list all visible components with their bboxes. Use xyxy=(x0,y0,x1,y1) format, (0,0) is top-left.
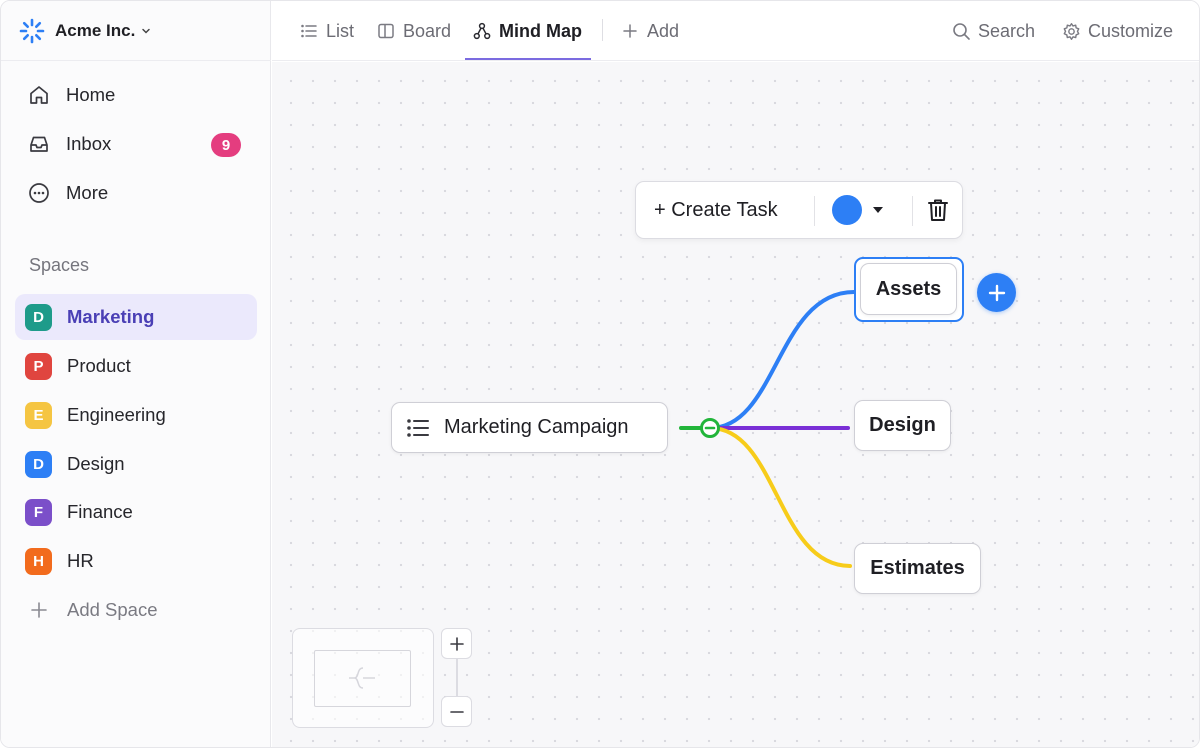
zoom-in-button[interactable] xyxy=(441,628,472,659)
sidebar: Acme Inc. Home Inbox 9 More Spaces D Mar… xyxy=(1,1,271,747)
selected-node-outline[interactable]: Assets xyxy=(854,257,964,322)
add-space-button[interactable]: Add Space xyxy=(15,587,257,633)
zoom-out-button[interactable] xyxy=(441,696,472,727)
view-tabs-bar: List Board Mind Map Add Search Customize xyxy=(272,1,1199,61)
tab-mind-map-label: Mind Map xyxy=(499,20,582,41)
nav-home[interactable]: Home xyxy=(15,73,257,117)
nav-inbox[interactable]: Inbox 9 xyxy=(15,122,257,166)
zoom-track xyxy=(456,659,458,696)
space-label: Product xyxy=(67,355,131,376)
tab-mind-map[interactable]: Mind Map xyxy=(473,1,582,61)
nav-more-label: More xyxy=(66,182,109,203)
list-icon xyxy=(300,21,320,41)
branch-line-assets xyxy=(708,290,856,430)
add-view-label: Add xyxy=(647,20,680,41)
workspace-name: Acme Inc. xyxy=(55,20,136,40)
tab-divider xyxy=(602,19,603,41)
search-label: Search xyxy=(978,20,1036,41)
mind-map-canvas[interactable]: + Create Task Marketing Campaign Assets xyxy=(272,62,1199,747)
caret-down-icon[interactable] xyxy=(872,206,884,214)
space-item-marketing[interactable]: D Marketing xyxy=(15,294,257,340)
search-icon xyxy=(952,21,972,41)
plus-icon xyxy=(449,636,464,651)
space-label: Engineering xyxy=(67,404,166,425)
space-label: Marketing xyxy=(67,306,155,327)
space-label: Finance xyxy=(67,501,133,522)
space-avatar: D xyxy=(25,303,52,331)
plus-icon xyxy=(25,597,52,624)
more-icon xyxy=(27,181,51,205)
minimap[interactable] xyxy=(292,628,434,728)
toolbar-divider xyxy=(814,196,815,226)
board-icon xyxy=(377,21,397,41)
add-view-button[interactable]: Add xyxy=(621,1,679,61)
space-avatar: D xyxy=(25,450,52,478)
space-avatar: H xyxy=(25,547,52,575)
workspace-logo-icon xyxy=(19,18,45,43)
branch-line-estimates xyxy=(708,426,852,568)
chevron-down-icon xyxy=(142,28,151,34)
nav-more[interactable]: More xyxy=(15,171,257,215)
spaces-section-title: Spaces xyxy=(29,255,90,275)
customize-label: Customize xyxy=(1088,20,1174,41)
root-node[interactable]: Marketing Campaign xyxy=(391,402,668,453)
list-icon xyxy=(407,418,429,437)
add-child-node-button[interactable] xyxy=(977,273,1016,312)
tab-board[interactable]: Board xyxy=(377,1,451,61)
space-item-design[interactable]: D Design xyxy=(15,441,257,487)
add-space-label: Add Space xyxy=(67,599,158,620)
toolbar-divider xyxy=(912,196,913,226)
trash-icon[interactable] xyxy=(927,198,949,222)
space-avatar: P xyxy=(25,352,52,380)
space-item-engineering[interactable]: E Engineering xyxy=(15,392,257,438)
inbox-count-badge: 9 xyxy=(211,133,241,157)
minimap-preview xyxy=(349,667,375,689)
nav-inbox-label: Inbox xyxy=(66,133,112,154)
minus-circle-icon xyxy=(700,418,720,438)
space-label: Design xyxy=(67,453,125,474)
space-avatar: E xyxy=(25,401,52,429)
customize-button[interactable]: Customize xyxy=(1062,1,1173,61)
workspace-switcher[interactable]: Acme Inc. xyxy=(1,1,271,61)
space-avatar: F xyxy=(25,498,52,526)
app-window: Acme Inc. Home Inbox 9 More Spaces D Mar… xyxy=(0,0,1200,748)
gear-icon xyxy=(1062,21,1082,41)
node-toolbar: + Create Task xyxy=(635,181,963,239)
root-node-label: Marketing Campaign xyxy=(444,416,629,438)
space-label: HR xyxy=(67,550,94,571)
collapse-branches-toggle[interactable] xyxy=(699,417,721,439)
tab-list-label: List xyxy=(326,20,355,41)
mind-map-icon xyxy=(473,21,493,41)
plus-icon xyxy=(988,284,1005,301)
minus-icon xyxy=(449,710,464,713)
nav-home-label: Home xyxy=(66,84,116,105)
space-item-hr[interactable]: H HR xyxy=(15,538,257,584)
child-node-design[interactable]: Design xyxy=(854,400,951,451)
tab-board-label: Board xyxy=(403,20,452,41)
tab-list[interactable]: List xyxy=(300,1,354,61)
node-color-swatch[interactable] xyxy=(832,195,862,225)
minimap-viewport[interactable] xyxy=(314,650,411,707)
space-item-finance[interactable]: F Finance xyxy=(15,489,257,535)
child-node-estimates[interactable]: Estimates xyxy=(854,543,981,594)
create-task-button[interactable]: + Create Task xyxy=(654,182,778,238)
home-icon xyxy=(27,83,51,107)
active-tab-indicator xyxy=(465,58,591,60)
space-item-product[interactable]: P Product xyxy=(15,343,257,389)
search-button[interactable]: Search xyxy=(952,1,1035,61)
plus-icon xyxy=(621,21,641,41)
inbox-icon xyxy=(27,132,51,156)
child-node-assets[interactable]: Assets xyxy=(860,263,957,315)
